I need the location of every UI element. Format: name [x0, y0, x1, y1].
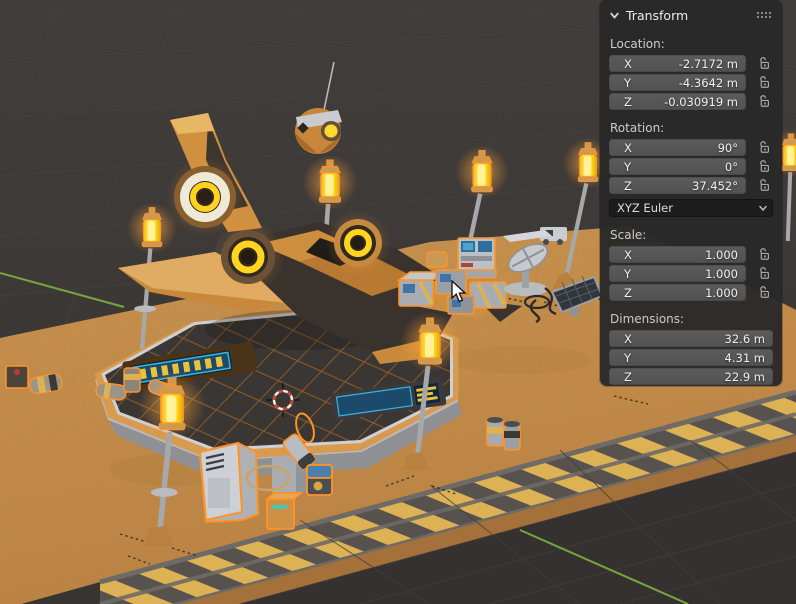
- location-x-field[interactable]: X -2.7172 m: [609, 55, 746, 72]
- transform-panel: Transform Location: X -2.7172 m Y -4.364…: [600, 0, 782, 386]
- rotation-mode-dropdown[interactable]: XYZ Euler: [609, 199, 773, 217]
- supply-pouch[interactable]: [427, 252, 447, 267]
- scale-label: Scale:: [610, 228, 772, 242]
- engine-right: [325, 210, 391, 276]
- drag-handle-icon[interactable]: [756, 11, 771, 19]
- blue-device[interactable]: [307, 465, 332, 495]
- location-label: Location:: [610, 37, 772, 51]
- location-y-field[interactable]: Y -4.3642 m: [609, 74, 746, 91]
- engine-center: [211, 220, 285, 294]
- rotation-y-lock-icon[interactable]: [756, 159, 772, 175]
- scale-y-lock-icon[interactable]: [756, 266, 772, 282]
- chevron-down-icon: [758, 203, 768, 213]
- rotation-x-lock-icon[interactable]: [756, 140, 772, 156]
- chevron-down-icon: [609, 10, 620, 21]
- dimensions-y-field[interactable]: Y 4.31 m: [609, 349, 773, 366]
- location-x-lock-icon[interactable]: [756, 56, 772, 72]
- rotation-z-lock-icon[interactable]: [756, 178, 772, 194]
- scale-x-field[interactable]: X 1.000: [609, 246, 746, 263]
- scale-y-field[interactable]: Y 1.000: [609, 265, 746, 282]
- dimensions-label: Dimensions:: [610, 312, 772, 326]
- location-z-field[interactable]: Z -0.030919 m: [609, 93, 746, 110]
- rotation-x-field[interactable]: X 90°: [609, 139, 746, 156]
- rotation-y-field[interactable]: Y 0°: [609, 158, 746, 175]
- blender-3d-viewport[interactable]: Transform Location: X -2.7172 m Y -4.364…: [0, 0, 796, 604]
- scale-x-lock-icon[interactable]: [756, 247, 772, 263]
- rotation-label: Rotation:: [610, 121, 772, 135]
- location-z-lock-icon[interactable]: [756, 94, 772, 110]
- dimensions-x-field[interactable]: X 32.6 m: [609, 330, 773, 347]
- transform-panel-header[interactable]: Transform: [609, 0, 773, 30]
- panel-title: Transform: [626, 8, 688, 23]
- location-y-lock-icon[interactable]: [756, 75, 772, 91]
- barrel-pair-center[interactable]: [487, 417, 520, 450]
- dimensions-z-field[interactable]: Z 22.9 m: [609, 368, 773, 385]
- scale-z-field[interactable]: Z 1.000: [609, 284, 746, 301]
- rotation-z-field[interactable]: Z 37.452°: [609, 177, 746, 194]
- scale-z-lock-icon[interactable]: [756, 285, 772, 301]
